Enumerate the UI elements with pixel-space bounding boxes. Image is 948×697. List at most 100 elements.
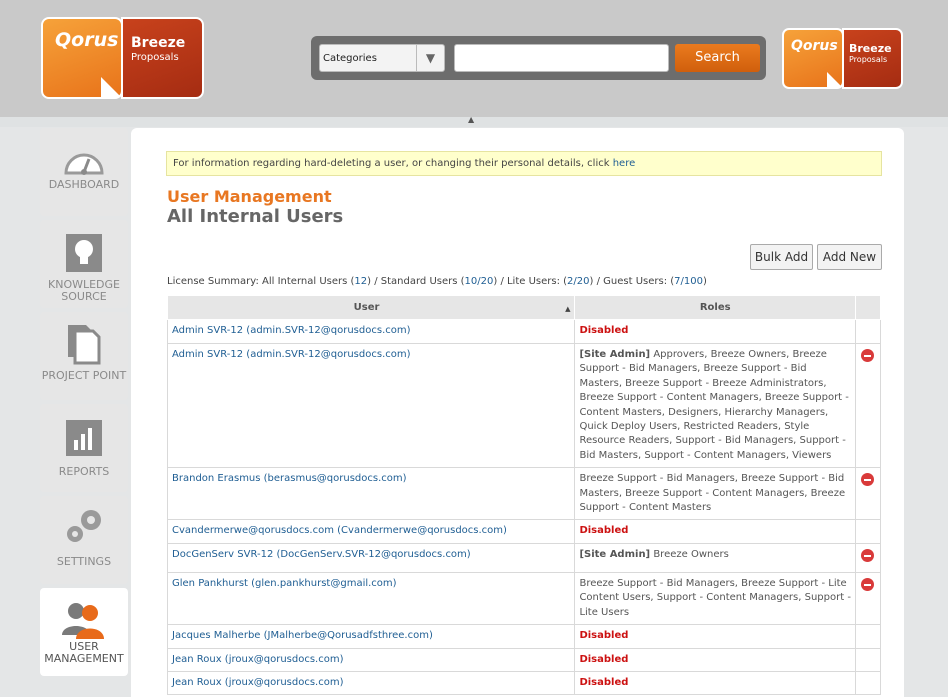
site-admin-badge: [Site Admin] — [579, 549, 651, 561]
users-icon — [62, 603, 104, 639]
table-row: Brandon Erasmus (berasmus@qorusdocs.com)… — [166, 467, 882, 521]
table-row: Glen Pankhurst (glen.pankhurst@gmail.com… — [166, 571, 882, 626]
header: Qorus Breeze Proposals Categories ▼ Sear… — [0, 0, 948, 117]
table-row: Jean Roux (jroux@qorusdocs.com) Disabled — [166, 670, 882, 696]
actions-cell — [854, 342, 882, 469]
search-bar: Categories ▼ Search — [311, 36, 766, 80]
actions-cell — [854, 319, 882, 344]
disabled-status: Disabled — [579, 676, 629, 688]
category-select-value: Categories — [323, 53, 377, 64]
table-row: Cvandermerwe@qorusdocs.com (Cvandermerwe… — [166, 519, 882, 545]
table-row: Jacques Malherbe (JMalherbe@Qorusadfsthr… — [166, 624, 882, 649]
license-lite-link[interactable]: 2/20 — [567, 276, 589, 287]
license-prefix: License Summary: All Internal Users ( — [167, 276, 355, 287]
license-lite-label: ) / Lite Users: ( — [493, 276, 568, 287]
actions-cell — [854, 467, 882, 521]
add-new-button[interactable]: Add New — [817, 244, 882, 270]
logo-brand: Qorus — [55, 29, 119, 51]
roles-cell: Breeze Support - Bid Managers, Breeze Su… — [574, 467, 856, 521]
actions-cell — [854, 624, 882, 649]
user-link[interactable]: Cvandermerwe@qorusdocs.com (Cvandermerwe… — [166, 519, 576, 545]
sidebar-item-label: PROJECT POINT — [41, 369, 127, 382]
actions-cell — [854, 647, 882, 672]
user-column-header[interactable]: User ▲ — [166, 295, 576, 320]
user-link[interactable]: Admin SVR-12 (admin.SVR-12@qorusdocs.com… — [166, 319, 576, 344]
sidebar-item-project-point[interactable]: PROJECT POINT — [40, 312, 128, 400]
roles-cell: Disabled — [574, 624, 856, 649]
page-subtitle: All Internal Users — [167, 206, 344, 227]
search-button[interactable]: Search — [675, 44, 760, 72]
search-input[interactable] — [454, 44, 669, 72]
users-table: User ▲ Roles Admin SVR-12 (admin.SVR-12@q… — [166, 295, 882, 696]
actions-cell — [854, 571, 882, 626]
user-link[interactable]: Admin SVR-12 (admin.SVR-12@qorusdocs.com… — [166, 342, 576, 469]
sidebar-item-settings[interactable]: SETTINGS — [40, 496, 128, 584]
info-here-link[interactable]: here — [613, 158, 636, 169]
disabled-status: Disabled — [579, 525, 629, 537]
bulk-add-button[interactable]: Bulk Add — [750, 244, 813, 270]
user-link[interactable]: Jacques Malherbe (JMalherbe@Qorusadfsthr… — [166, 624, 576, 649]
sidebar: DASHBOARD KNOWLEDGE SOURCE PROJECT POINT… — [40, 128, 128, 680]
roles-list: Approvers, Breeze Owners, Breeze Support… — [579, 349, 849, 461]
collapse-header-icon[interactable]: ▲ — [468, 115, 474, 124]
roles-column-header[interactable]: Roles — [574, 295, 856, 320]
small-logo-sub: Proposals — [849, 55, 888, 64]
sidebar-item-label: REPORTS — [58, 465, 110, 478]
sidebar-item-reports[interactable]: REPORTS — [40, 404, 128, 492]
roles-cell: Disabled — [574, 519, 856, 545]
roles-list: Breeze Owners — [650, 549, 729, 561]
actions-cell — [854, 670, 882, 696]
license-suffix: ) — [702, 276, 707, 287]
user-header-label: User — [353, 302, 380, 313]
logo-product: Breeze — [131, 35, 186, 51]
sidebar-item-label: USER MANAGEMENT — [44, 640, 124, 665]
site-admin-badge: [Site Admin] — [579, 349, 651, 360]
breeze-small-logo-tile: Breeze Proposals — [842, 28, 903, 89]
user-link[interactable]: Jean Roux (jroux@qorusdocs.com) — [166, 670, 576, 696]
dashboard-gauge-icon — [64, 153, 104, 175]
user-link[interactable]: Glen Pankhurst (glen.pankhurst@gmail.com… — [166, 571, 576, 626]
roles-cell: Disabled — [574, 670, 856, 696]
page-title: User Management — [167, 187, 332, 206]
sidebar-item-knowledge-source[interactable]: KNOWLEDGE SOURCE — [40, 220, 128, 308]
gears-icon — [67, 510, 101, 542]
license-guest-link[interactable]: 7/100 — [674, 276, 703, 287]
remove-icon[interactable] — [861, 349, 875, 362]
remove-icon[interactable] — [861, 473, 875, 487]
roles-cell: [Site Admin] Breeze Owners — [574, 543, 856, 573]
roles-cell: Disabled — [574, 319, 856, 344]
user-link[interactable]: Jean Roux (jroux@qorusdocs.com) — [166, 647, 576, 672]
remove-icon[interactable] — [861, 577, 875, 591]
user-link[interactable]: Brandon Erasmus (berasmus@qorusdocs.com) — [166, 467, 576, 521]
roles-cell: Disabled — [574, 647, 856, 672]
disabled-status: Disabled — [579, 630, 629, 642]
documents-icon — [68, 325, 101, 365]
small-logo-product: Breeze — [849, 42, 892, 55]
license-standard-link[interactable]: 10/20 — [465, 276, 494, 287]
disabled-status: Disabled — [579, 653, 629, 665]
qorus-breeze-small-logo: Qorus Breeze Proposals — [782, 28, 903, 89]
qorus-logo-tile: Qorus — [41, 17, 123, 99]
chevron-down-icon[interactable]: ▼ — [416, 45, 444, 71]
sidebar-item-dashboard[interactable]: DASHBOARD — [40, 128, 128, 216]
qorus-breeze-logo[interactable]: Qorus Breeze Proposals — [41, 17, 204, 99]
actions-cell — [854, 519, 882, 545]
logo-sub: Proposals — [131, 52, 179, 63]
category-select[interactable]: Categories ▼ — [319, 44, 445, 72]
sidebar-item-label: KNOWLEDGE SOURCE — [48, 278, 120, 303]
sidebar-item-user-management[interactable]: USER MANAGEMENT — [40, 588, 128, 676]
actions-column-header — [854, 295, 882, 320]
table-row: Jean Roux (jroux@qorusdocs.com) Disabled — [166, 647, 882, 672]
breeze-logo-tile: Breeze Proposals — [121, 17, 204, 99]
small-logo-brand: Qorus — [791, 38, 838, 54]
table-row: Admin SVR-12 (admin.SVR-12@qorusdocs.com… — [166, 342, 882, 469]
qorus-small-logo-tile: Qorus — [782, 28, 844, 89]
bar-chart-icon — [66, 420, 102, 456]
sidebar-item-label: SETTINGS — [56, 555, 112, 568]
sidebar-item-label: DASHBOARD — [48, 178, 120, 191]
table-row: DocGenServ SVR-12 (DocGenServ.SVR-12@qor… — [166, 543, 882, 573]
license-all-link[interactable]: 12 — [354, 276, 367, 287]
user-link[interactable]: DocGenServ SVR-12 (DocGenServ.SVR-12@qor… — [166, 543, 576, 573]
remove-icon[interactable] — [861, 549, 875, 563]
license-guest-label: ) / Guest Users: ( — [589, 276, 675, 287]
